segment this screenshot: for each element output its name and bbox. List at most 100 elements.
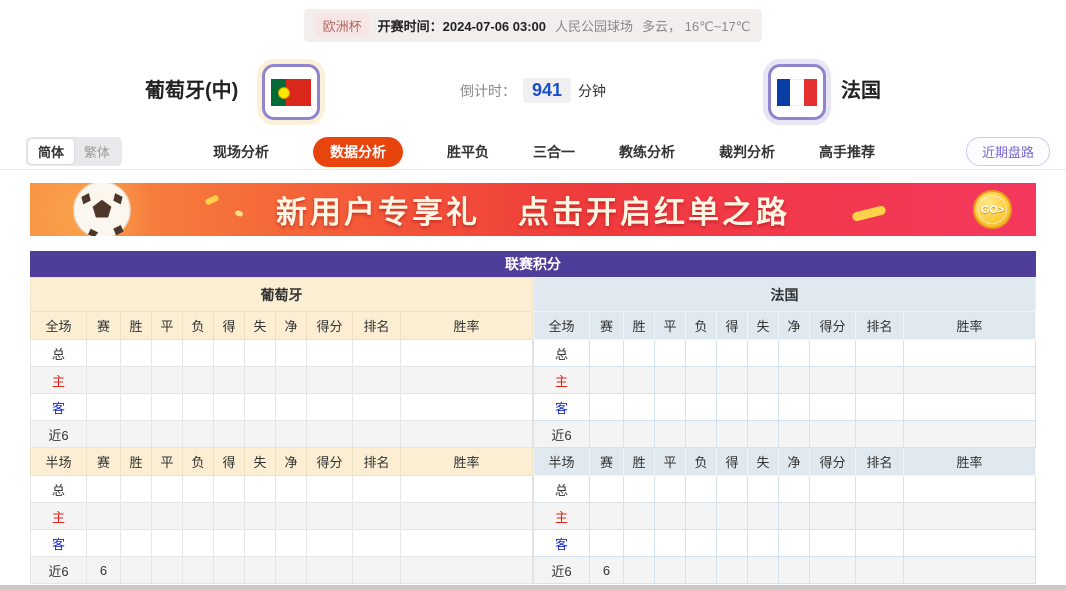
table-title: 联赛积分 [30, 251, 1036, 277]
column-header: 净 [275, 447, 307, 476]
stat-cell [747, 529, 779, 557]
column-header: 半场 [533, 447, 590, 476]
france-flag-icon [777, 78, 817, 106]
stat-cell [778, 393, 810, 421]
column-header: 负 [685, 447, 717, 476]
stat-cell [400, 529, 533, 557]
stat-cell [685, 366, 717, 394]
stat-cell [244, 475, 276, 503]
tab-3[interactable]: 三合一 [533, 137, 575, 167]
row-label-home: 主 [533, 366, 590, 394]
go-button-label: GO> [978, 195, 1007, 224]
stat-cell [275, 366, 307, 394]
column-header: 失 [244, 447, 276, 476]
column-header: 失 [747, 311, 779, 340]
match-info-bar: 欧洲杯 开赛时间：2024-07-06 03:00 人民公园球场 多云， 16℃… [303, 9, 763, 42]
league-badge: 欧洲杯 [315, 14, 369, 37]
row-label-recent: 近6 [30, 420, 87, 448]
stat-cell [244, 339, 276, 367]
stat-cell [213, 366, 245, 394]
stat-cell [747, 393, 779, 421]
stat-cell [151, 475, 183, 503]
stat-cell [903, 556, 1036, 584]
row-label-home: 主 [30, 366, 87, 394]
stat-cell [182, 420, 214, 448]
row-label-home: 主 [533, 502, 590, 530]
stat-cell [809, 556, 856, 584]
column-header: 排名 [352, 447, 401, 476]
table-row: 近6 [30, 420, 533, 448]
table-row: 客 [533, 529, 1036, 557]
column-header: 赛 [589, 447, 624, 476]
stat-cell [213, 339, 245, 367]
row-label-recent: 近6 [533, 556, 590, 584]
lang-simplified-button[interactable]: 简体 [28, 139, 75, 164]
stat-cell [352, 502, 401, 530]
stat-cell [855, 475, 904, 503]
stat-cell [903, 366, 1036, 394]
stat-cell [352, 366, 401, 394]
stat-cell [623, 556, 655, 584]
stat-cell [86, 366, 121, 394]
stat-cell [589, 420, 624, 448]
stat-cell [778, 502, 810, 530]
away-team-name: 法国 [841, 80, 881, 102]
tab-5[interactable]: 裁判分析 [719, 137, 775, 167]
nav-bar: 简体 繁体 现场分析 数据分析 胜平负 三合一 教练分析 裁判分析 高手推荐 近期盘路 [0, 134, 1066, 170]
column-header: 平 [654, 447, 686, 476]
column-header: 赛 [86, 447, 121, 476]
stat-cell [86, 475, 121, 503]
tab-1[interactable]: 数据分析 [313, 136, 403, 167]
stat-cell [778, 556, 810, 584]
stat-cell [855, 529, 904, 557]
stat-cell [623, 393, 655, 421]
stat-cell [685, 556, 717, 584]
away-stats-table: 法国 全场赛胜平负得失净得分 排名 胜率总主客近6 半场赛胜平负得失净得分 排名 胜率总主客… [533, 277, 1036, 584]
table-row: 总 [533, 475, 1036, 503]
teams-row: 葡萄牙(中) 倒计时： 941 分钟 法国 [0, 42, 1066, 134]
stat-cell [747, 556, 779, 584]
stat-cell [120, 475, 152, 503]
stat-cell [151, 393, 183, 421]
tab-6[interactable]: 高手推荐 [819, 137, 875, 167]
row-label-away: 客 [30, 529, 87, 557]
tab-4[interactable]: 教练分析 [619, 137, 675, 167]
promo-banner[interactable]: 新用户专享礼 点击开启红单之路 GO> [30, 183, 1036, 236]
stat-cell [623, 475, 655, 503]
stat-cell [151, 339, 183, 367]
column-header: 得分 [306, 311, 353, 340]
stat-cell [716, 366, 748, 394]
stat-cell [306, 420, 353, 448]
table-row: 近6 [533, 420, 1036, 448]
stat-cell [903, 475, 1036, 503]
tab-2[interactable]: 胜平负 [447, 137, 489, 167]
stat-cell [275, 420, 307, 448]
venue-label: 人民公园球场 [555, 19, 634, 34]
row-label-recent: 近6 [533, 420, 590, 448]
row-label-total: 总 [533, 475, 590, 503]
go-button[interactable]: GO> [973, 190, 1012, 229]
stat-cell [589, 393, 624, 421]
stat-cell [182, 529, 214, 557]
column-header: 胜 [120, 447, 152, 476]
stat-cell [120, 556, 152, 584]
column-header: 得 [213, 311, 245, 340]
stat-cell [120, 502, 152, 530]
stat-cell [589, 529, 624, 557]
stat-cell [120, 420, 152, 448]
countdown: 倒计时： 941 分钟 [460, 78, 606, 103]
stat-cell [903, 420, 1036, 448]
stat-cell [306, 502, 353, 530]
recent-trend-button[interactable]: 近期盘路 [965, 137, 1050, 166]
stat-cell [244, 393, 276, 421]
lang-traditional-button[interactable]: 繁体 [74, 139, 120, 164]
tab-0[interactable]: 现场分析 [213, 137, 269, 167]
stat-cell [809, 393, 856, 421]
stat-cell [306, 556, 353, 584]
table-row: 主 [30, 502, 533, 530]
team-header-home: 葡萄牙 [30, 277, 533, 312]
row-label-away: 客 [533, 529, 590, 557]
column-header: 得 [716, 447, 748, 476]
stat-cell [151, 529, 183, 557]
column-header: 净 [778, 447, 810, 476]
